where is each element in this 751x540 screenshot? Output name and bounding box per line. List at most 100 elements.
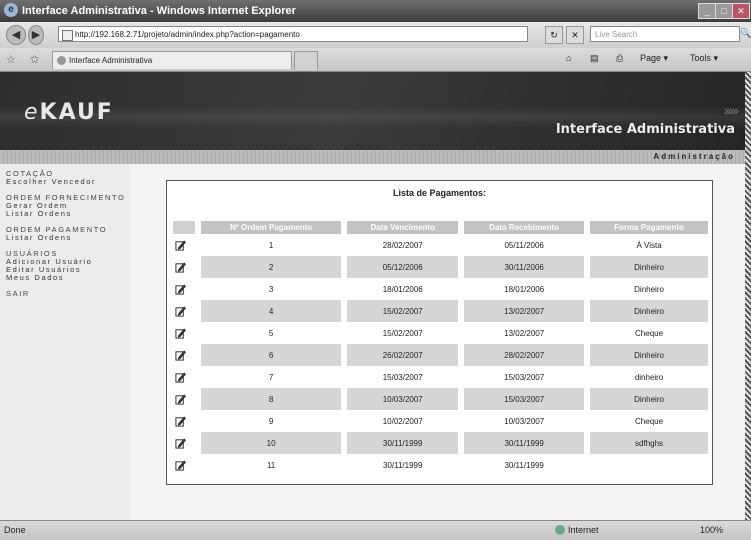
- edit-icon[interactable]: [175, 394, 186, 405]
- close-button[interactable]: ✕: [732, 3, 750, 19]
- favorites-star-icon[interactable]: ☆: [6, 53, 16, 66]
- page-icon: [62, 30, 73, 41]
- forma-cell: Dinheiro: [584, 256, 708, 278]
- sidebar-item-listar-ordens-pagamento[interactable]: Listar Ordens: [6, 234, 107, 242]
- table-row: 11 30/11/1999 30/11/1999: [173, 454, 708, 476]
- tools-menu[interactable]: Tools ▾: [690, 53, 718, 64]
- edit-icon[interactable]: [175, 372, 186, 383]
- sidebar-item-escolher-vencedor[interactable]: Escolher Vencedor: [6, 178, 96, 186]
- address-bar: ◀ ▶ http://192.168.2.71/projeto/admin/in…: [0, 22, 751, 49]
- forma-cell: Cheque: [584, 322, 708, 344]
- status-bar: Done Internet 100%: [0, 520, 751, 540]
- numero-cell: 10: [194, 432, 345, 454]
- tab-label: Interface Administrativa: [69, 56, 153, 65]
- url-input[interactable]: http://192.168.2.71/projeto/admin/index.…: [58, 26, 528, 42]
- vencimento-cell: 15/03/2007: [341, 366, 462, 388]
- sidebar: COTAÇÃO Escolher Vencedor ORDEM FORNECIM…: [0, 164, 130, 520]
- sidebar-item-sair[interactable]: SAIR: [6, 290, 30, 298]
- edit-cell: [173, 256, 198, 278]
- table-row: 6 26/02/2007 28/02/2007 Dinheiro: [173, 344, 708, 366]
- sidebar-item-meus-dados[interactable]: Meus Dados: [6, 274, 92, 282]
- edit-icon[interactable]: [175, 306, 186, 317]
- numero-cell: 9: [194, 410, 345, 432]
- table-row: 1 28/02/2007 05/11/2006 À Vista: [173, 234, 708, 256]
- sidebar-section-ordem-fornecimento: ORDEM FORNECIMENTO Gerar Ordem Listar Or…: [6, 194, 126, 218]
- payments-title: Lista de Pagamentos:: [392, 188, 487, 198]
- ie-icon: e: [4, 3, 18, 17]
- edit-cell: [173, 366, 198, 388]
- edit-icon[interactable]: [175, 438, 186, 449]
- column-header-edit: [173, 221, 198, 234]
- vencimento-cell: 18/01/2006: [341, 278, 462, 300]
- vencimento-cell: 05/12/2006: [341, 256, 462, 278]
- sidebar-section-usuarios: USUÁRIOS Adicionar Usuário Editar Usuári…: [6, 250, 92, 282]
- vencimento-cell: 10/02/2007: [341, 410, 462, 432]
- table-row: 7 15/03/2007 15/03/2007 dinheiro: [173, 366, 708, 388]
- minimize-button[interactable]: _: [698, 3, 716, 19]
- security-zone: Internet: [568, 525, 599, 535]
- logo-prefix: e: [24, 100, 40, 125]
- add-favorites-icon[interactable]: ✩: [30, 53, 39, 66]
- sidebar-section-cotacao: COTAÇÃO Escolher Vencedor: [6, 170, 96, 186]
- vencimento-cell: 28/02/2007: [341, 234, 462, 256]
- table-row: 9 10/02/2007 10/03/2007 Cheque: [173, 410, 708, 432]
- column-header-forma: Forma Pagamento: [584, 221, 708, 234]
- internet-zone-icon: [555, 525, 565, 535]
- home-icon[interactable]: ⌂: [566, 53, 571, 63]
- banner-arrows-icon: ›››››: [723, 102, 739, 118]
- forma-cell: Dinheiro: [584, 278, 708, 300]
- logo-rest: KAUF: [39, 100, 114, 125]
- numero-cell: 7: [194, 366, 345, 388]
- maximize-button[interactable]: □: [715, 3, 733, 19]
- edit-cell: [173, 432, 198, 454]
- search-icon[interactable]: 🔍: [740, 28, 751, 39]
- window-title: Interface Administrativa - Windows Inter…: [22, 5, 296, 17]
- url-text: http://192.168.2.71/projeto/admin/index.…: [75, 30, 300, 39]
- page-menu[interactable]: Page ▾: [640, 53, 668, 64]
- table-row: 2 05/12/2006 30/11/2006 Dinheiro: [173, 256, 708, 278]
- vencimento-cell: 15/02/2007: [341, 322, 462, 344]
- page-content: eKAUF ››››› Interface Administrativa Adm…: [0, 72, 745, 520]
- recebimento-cell: 30/11/1999: [458, 432, 588, 454]
- forma-cell: dinheiro: [584, 366, 708, 388]
- sidebar-section-sair: SAIR: [6, 290, 30, 298]
- numero-cell: 4: [194, 300, 345, 322]
- numero-cell: 1: [194, 234, 345, 256]
- stop-button[interactable]: ✕: [566, 26, 584, 44]
- edit-icon[interactable]: [175, 284, 186, 295]
- new-tab-button[interactable]: [294, 51, 318, 70]
- numero-cell: 8: [194, 388, 345, 410]
- recebimento-cell: 18/01/2006: [458, 278, 588, 300]
- payments-panel: Lista de Pagamentos: Nº Ordem Pagamento …: [166, 180, 713, 485]
- edit-cell: [173, 322, 198, 344]
- search-input[interactable]: Live Search: [590, 26, 740, 42]
- scrollbar[interactable]: [745, 72, 751, 520]
- recebimento-cell: 28/02/2007: [458, 344, 588, 366]
- vencimento-cell: 15/02/2007: [341, 300, 462, 322]
- tab-interface-administrativa[interactable]: Interface Administrativa: [52, 51, 292, 69]
- refresh-button[interactable]: ↻: [545, 26, 563, 44]
- edit-icon[interactable]: [175, 460, 186, 471]
- edit-icon[interactable]: [175, 262, 186, 273]
- recebimento-cell: 10/03/2007: [458, 410, 588, 432]
- sidebar-item-listar-ordens-fornecimento[interactable]: Listar Ordens: [6, 210, 126, 218]
- print-icon[interactable]: ⎙: [616, 53, 623, 64]
- recebimento-cell: 15/03/2007: [458, 388, 588, 410]
- forma-cell: Dinheiro: [584, 388, 708, 410]
- column-header-vencimento: Data Vencimento: [341, 221, 462, 234]
- status-text: Done: [4, 525, 26, 535]
- table-row: 4 15/02/2007 13/02/2007 Dinheiro: [173, 300, 708, 322]
- feeds-icon[interactable]: ▤: [590, 53, 599, 64]
- header-banner: eKAUF ››››› Interface Administrativa: [0, 72, 745, 150]
- recebimento-cell: 30/11/2006: [458, 256, 588, 278]
- edit-cell: [173, 388, 198, 410]
- zoom-level[interactable]: 100%: [700, 525, 723, 535]
- table-header-row: Nº Ordem Pagamento Data Vencimento Data …: [173, 221, 708, 234]
- edit-icon[interactable]: [175, 240, 186, 251]
- edit-icon[interactable]: [175, 328, 186, 339]
- back-button[interactable]: ◀: [6, 25, 26, 45]
- forward-button[interactable]: ▶: [28, 25, 44, 45]
- recebimento-cell: 30/11/1999: [458, 454, 588, 476]
- edit-icon[interactable]: [175, 416, 186, 427]
- edit-icon[interactable]: [175, 350, 186, 361]
